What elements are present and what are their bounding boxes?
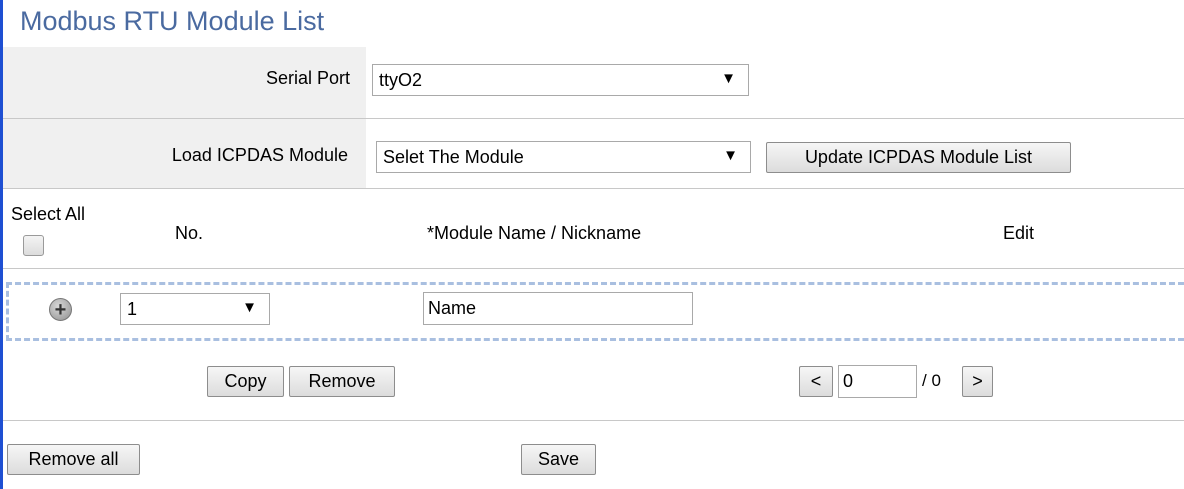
serial-port-label: Serial Port bbox=[265, 68, 350, 88]
copy-button[interactable]: Copy bbox=[207, 366, 284, 397]
module-number-select[interactable]: 1 ▼ bbox=[120, 293, 270, 325]
divider bbox=[3, 188, 1184, 189]
next-page-button[interactable]: > bbox=[962, 366, 993, 397]
remove-button[interactable]: Remove bbox=[289, 366, 395, 397]
page-total: / 0 bbox=[922, 371, 941, 390]
column-header-edit: Edit bbox=[1003, 223, 1035, 243]
column-header-module-name: *Module Name / Nickname bbox=[427, 223, 642, 243]
select-all-label: Select All bbox=[11, 204, 86, 224]
save-button[interactable]: Save bbox=[521, 444, 596, 475]
module-number-value: 1 bbox=[127, 298, 138, 319]
add-row-icon[interactable]: + bbox=[49, 298, 72, 321]
update-module-list-button[interactable]: Update ICPDAS Module List bbox=[766, 142, 1071, 173]
serial-port-value: ttyO2 bbox=[379, 69, 423, 90]
divider bbox=[3, 420, 1184, 421]
remove-all-button[interactable]: Remove all bbox=[7, 444, 140, 475]
prev-page-button[interactable]: < bbox=[799, 366, 833, 397]
serial-port-select[interactable]: ttyO2 ▼ bbox=[372, 64, 749, 96]
select-all-checkbox[interactable] bbox=[23, 235, 44, 256]
chevron-down-icon: ▼ bbox=[723, 147, 738, 164]
chevron-down-icon: ▼ bbox=[242, 299, 257, 316]
page-number-input[interactable]: 0 bbox=[838, 365, 917, 398]
load-module-value: Selet The Module bbox=[383, 146, 524, 167]
load-module-select[interactable]: Selet The Module ▼ bbox=[376, 141, 751, 173]
chevron-down-icon: ▼ bbox=[721, 70, 736, 87]
column-header-no: No. bbox=[175, 223, 204, 243]
page-title: Modbus RTU Module List bbox=[20, 6, 325, 36]
module-name-input[interactable]: Name bbox=[423, 292, 693, 325]
divider bbox=[3, 268, 1184, 269]
load-module-label: Load ICPDAS Module bbox=[171, 145, 348, 165]
